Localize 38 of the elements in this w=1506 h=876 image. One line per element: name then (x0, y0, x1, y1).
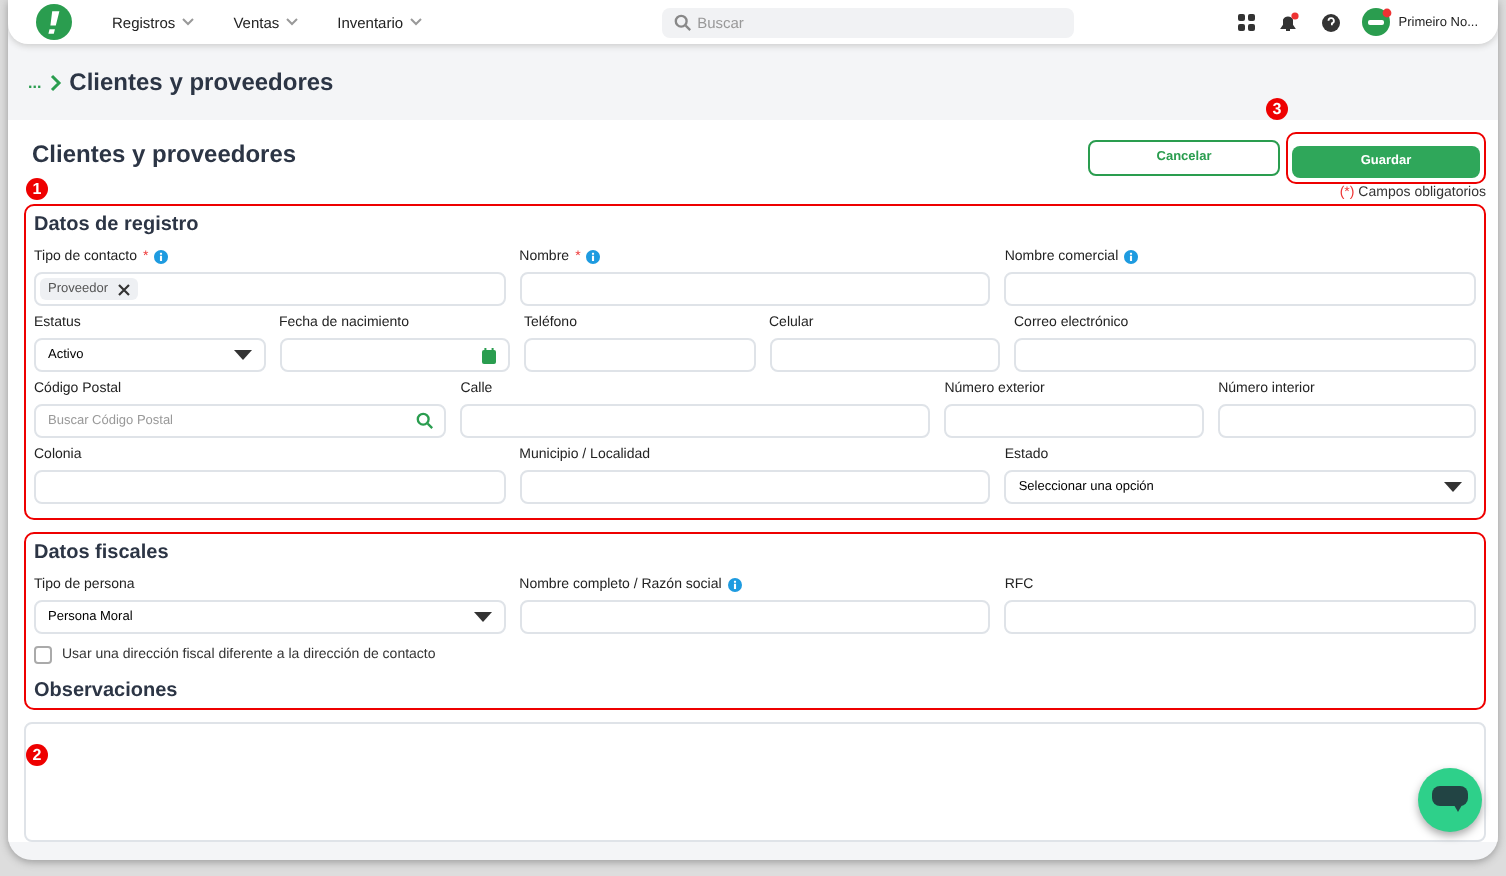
chevron-icon (181, 18, 194, 26)
dropdown-caret-icon (473, 612, 492, 622)
breadcrumb-title: Clientes y proveedores (69, 68, 334, 96)
close-icon[interactable] (118, 283, 130, 295)
avatar-icon[interactable] (1362, 8, 1393, 36)
dropdown-caret-icon (1444, 482, 1462, 492)
input-field[interactable] (460, 404, 931, 438)
logo-icon[interactable] (36, 4, 72, 40)
search-icon (416, 412, 435, 430)
dropdown-caret-icon (233, 350, 251, 360)
search-icon (673, 13, 692, 31)
input-field[interactable] (1004, 272, 1476, 306)
chevron-icon (409, 18, 422, 26)
chat-icon (1432, 786, 1468, 814)
input-field[interactable] (1004, 600, 1476, 634)
observations-field[interactable] (24, 722, 1486, 842)
input-field[interactable] (769, 338, 1000, 372)
chevron-icon (285, 18, 298, 26)
annotation-number: 3 (1266, 98, 1288, 120)
section-title: Observaciones (34, 680, 178, 702)
date-field[interactable] (279, 338, 510, 372)
chevron-icon (49, 73, 62, 91)
help-icon[interactable] (1322, 13, 1341, 31)
page-title: Clientes y proveedores (32, 140, 297, 168)
input-field[interactable] (944, 404, 1205, 438)
bell-icon[interactable] (1278, 11, 1301, 33)
input-field[interactable] (524, 338, 755, 372)
calendar-icon (482, 347, 496, 363)
input-field[interactable] (1218, 404, 1476, 438)
input-field[interactable] (519, 470, 991, 504)
input-field[interactable] (519, 272, 991, 306)
input-field[interactable] (1014, 338, 1476, 372)
input-field[interactable] (34, 470, 506, 504)
apps-icon[interactable] (1238, 13, 1257, 31)
checkbox[interactable] (34, 646, 52, 664)
input-field[interactable] (519, 600, 991, 634)
section-title: Datos de registro (34, 214, 199, 236)
section-title: Datos fiscales (34, 542, 169, 564)
